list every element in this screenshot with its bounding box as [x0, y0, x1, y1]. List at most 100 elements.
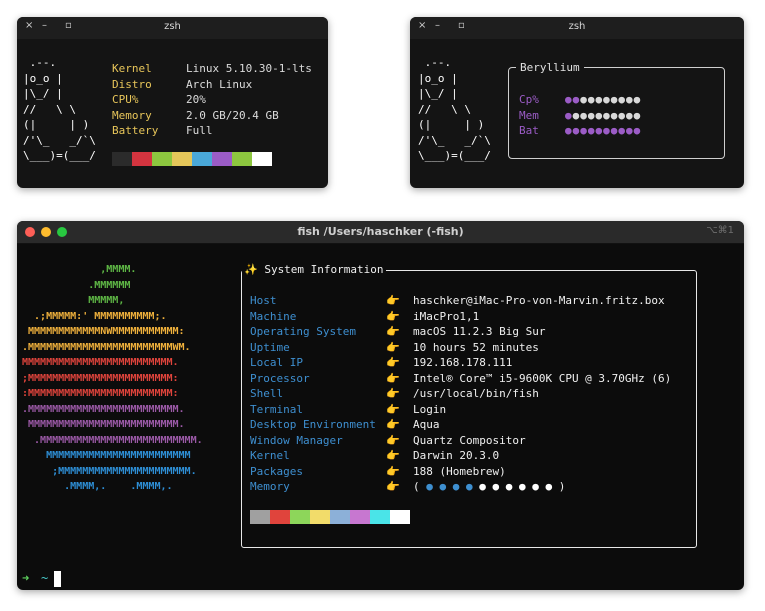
apple-art-line: MMMMMMMMMMMMMMMMMMMMMMMMM. [22, 419, 185, 430]
color-swatch [310, 510, 330, 524]
color-swatch [232, 152, 252, 166]
info-label: Local IP [250, 356, 303, 369]
color-swatch [152, 152, 172, 166]
system-information-title: ✨ System Information [242, 263, 386, 276]
stat-key: Cp% [519, 93, 539, 106]
color-swatch [172, 152, 192, 166]
stat-dots: ●●●●●●●●●● [565, 108, 642, 122]
apple-art-line: .MMMMMMMMMMMMMMMMMMMMMMMMM. [22, 403, 185, 415]
ascii-line: |o_o | [23, 71, 63, 85]
color-swatch [192, 152, 212, 166]
tux-ascii-art: .--. |o_o | |\_/ | // \ \ (| | ) /'\_ _/`\ \__… [418, 55, 491, 164]
terminal-window-zsh-1: × – ▫ zsh .--. |o_o | |\_/ | // \ \ (| | ) /'… [17, 17, 328, 188]
stat-key: Bat [519, 124, 539, 137]
info-value: Login [413, 402, 447, 416]
terminal-window-zsh-2: × – ▫ zsh .--. |o_o | |\_/ | // \ \ (| | ) /'… [410, 17, 744, 188]
apple-art-line: .MMMMMMMMMMMMMMMMMMMMMMMMMM. [22, 434, 203, 446]
ascii-line: /'\_ _/`\ [23, 133, 96, 147]
info-label: Memory [250, 480, 290, 493]
prompt-directory: ~ [41, 571, 49, 585]
color-swatch [252, 152, 272, 166]
title-bar: × – ▫ zsh [17, 17, 328, 39]
tux-ascii-art: .--. |o_o | |\_/ | // \ \ (| | ) /'\_ _/`\ \__… [23, 55, 96, 164]
info-label: Operating System [250, 325, 356, 338]
pointing-hand-icon: 👉 [386, 449, 400, 462]
color-swatch [330, 510, 350, 524]
info-label: Packages [250, 464, 303, 478]
color-swatch [212, 152, 232, 166]
stat-key: Mem [519, 108, 539, 122]
ascii-line: // \ \ [23, 102, 76, 116]
info-label: Terminal [250, 402, 303, 416]
color-palette [250, 510, 410, 524]
info-value: 2.0 GB/20.4 GB [186, 108, 279, 122]
ascii-line: |\_/ | [418, 87, 458, 100]
color-swatch [132, 152, 152, 166]
color-swatch [112, 152, 132, 166]
ascii-line: \___)=(___/ [23, 149, 96, 162]
apple-art-line: .MMMM,. .MMMM,. [22, 481, 173, 492]
pointing-hand-icon: 👉 [386, 309, 400, 323]
info-key: Memory [112, 108, 152, 122]
info-value: Intel® Core™ i5-9600K CPU @ 3.70GHz (6) [413, 371, 672, 385]
ascii-line: |\_/ | [23, 87, 63, 100]
color-swatch [250, 510, 270, 524]
info-value: iMacPro1,1 [413, 309, 480, 323]
color-swatch [290, 510, 310, 524]
text-cursor[interactable] [54, 571, 61, 587]
apple-art-line: MMMMMMMMMMMMMMMMMMMMMMMM [22, 450, 191, 461]
apple-art-line: MMMMMMMMMMMMMMMMMMMMMMMMM. [22, 357, 179, 368]
shortcut-label: ⌥⌘1 [706, 225, 734, 236]
ascii-line: .--. [418, 56, 452, 69]
color-swatch [270, 510, 290, 524]
pointing-hand-icon: 👉 [386, 480, 400, 493]
pointing-hand-icon: 👉 [386, 294, 400, 307]
apple-art-line: ;MMMMMMMMMMMMMMMMMMMMMM. [22, 465, 197, 477]
pointing-hand-icon: 👉 [386, 387, 400, 400]
pointing-hand-icon: 👉 [386, 340, 400, 354]
info-label: Uptime [250, 340, 290, 354]
ascii-line: /'\_ _/`\ [418, 133, 491, 147]
color-swatch [370, 510, 390, 524]
terminal-window-fish: fish /Users/haschker (-fish) ⌥⌘1 ,MMMM. … [17, 221, 744, 590]
ascii-line: .--. [23, 56, 57, 69]
apple-art-line: :MMMMMMMMMMMMMMMMMMMMMMMM: [22, 388, 179, 399]
ascii-line: \___)=(___/ [418, 149, 491, 162]
info-key: Kernel [112, 62, 152, 75]
info-value: 10 hours 52 minutes [413, 340, 539, 354]
apple-art-line: MMMMMMMMMMMMNWMMMMMMMMMMM: [22, 326, 185, 337]
pointing-hand-icon: 👉 [386, 418, 400, 431]
pointing-hand-icon: 👉 [386, 356, 400, 369]
info-value: 188 (Homebrew) [413, 464, 506, 478]
ascii-line: // \ \ [418, 102, 471, 116]
info-key: Battery [112, 124, 159, 137]
pointing-hand-icon: 👉 [386, 325, 400, 338]
info-value: 192.168.178.111 [413, 356, 513, 369]
info-value: haschker@iMac-Pro-von-Marvin.fritz.box [413, 294, 665, 307]
pointing-hand-icon: 👉 [386, 371, 400, 385]
apple-art-line: ,MMMM. [22, 264, 137, 275]
stat-dots: ●●●●●●●●●● [565, 93, 642, 106]
color-swatch [350, 510, 370, 524]
info-value: 20% [186, 93, 206, 106]
info-value: Aqua [413, 418, 440, 431]
apple-art-line: .MMMMMMMMMMMMMMMMMMMMMMMMWM. [22, 341, 191, 353]
info-label: Kernel [250, 449, 290, 462]
info-label: Machine [250, 309, 297, 323]
memory-usage-dots: ( ● ● ● ● ● ● ● ● ● ● ) [413, 480, 566, 493]
window-title: zsh [164, 21, 181, 32]
info-value: macOS 11.2.3 Big Sur [413, 325, 546, 338]
color-swatch [390, 510, 410, 524]
info-value: Arch Linux [186, 77, 253, 91]
info-label: Window Manager [250, 433, 343, 447]
info-value: Darwin 20.3.0 [413, 449, 500, 462]
color-palette [112, 152, 272, 166]
title-bar: × – ▫ zsh [410, 17, 744, 39]
info-key: Distro [112, 77, 152, 91]
pointing-hand-icon: 👉 [386, 402, 400, 416]
info-label: Desktop Environment [250, 418, 376, 431]
box-title: Beryllium [516, 61, 584, 74]
prompt-arrow: ➜ [22, 571, 30, 585]
ascii-line: |o_o | [418, 71, 458, 85]
ascii-line: (| | ) [23, 118, 90, 131]
